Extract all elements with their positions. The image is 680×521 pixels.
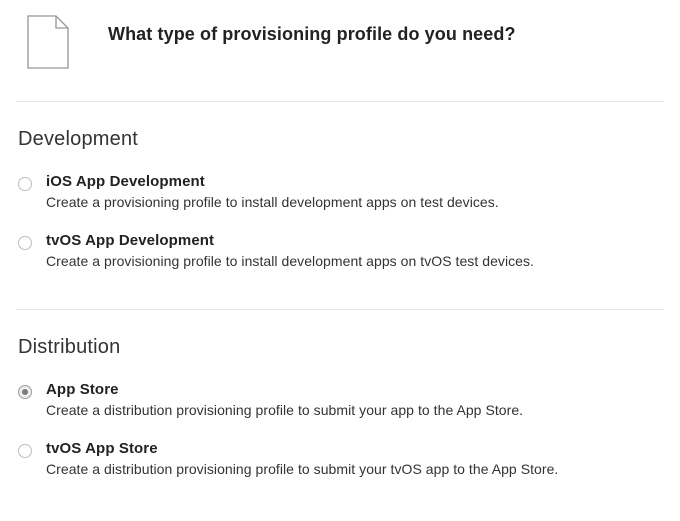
development-section: Development iOS App Development Create a… [0,102,680,309]
section-title-distribution: Distribution [18,336,662,359]
option-tvos-app-store[interactable]: tvOS App Store Create a distribution pro… [18,440,662,477]
distribution-section: Distribution App Store Create a distribu… [0,310,680,517]
option-description: Create a distribution provisioning profi… [46,402,523,418]
option-label: tvOS App Development [46,232,534,249]
section-title-development: Development [18,128,662,151]
option-label: iOS App Development [46,173,499,190]
document-icon [26,14,70,75]
radio-tvos-app-store[interactable] [18,444,32,458]
option-app-store[interactable]: App Store Create a distribution provisio… [18,381,662,418]
option-label: tvOS App Store [46,440,558,457]
radio-app-store[interactable] [18,385,32,399]
option-description: Create a provisioning profile to install… [46,194,499,210]
option-ios-app-development[interactable]: iOS App Development Create a provisionin… [18,173,662,210]
option-description: Create a distribution provisioning profi… [46,461,558,477]
option-label: App Store [46,381,523,398]
radio-tvos-app-development[interactable] [18,236,32,250]
option-tvos-app-development[interactable]: tvOS App Development Create a provisioni… [18,232,662,269]
option-description: Create a provisioning profile to install… [46,253,534,269]
page-header: What type of provisioning profile do you… [0,0,680,101]
radio-ios-app-development[interactable] [18,177,32,191]
page-title: What type of provisioning profile do you… [108,14,516,45]
